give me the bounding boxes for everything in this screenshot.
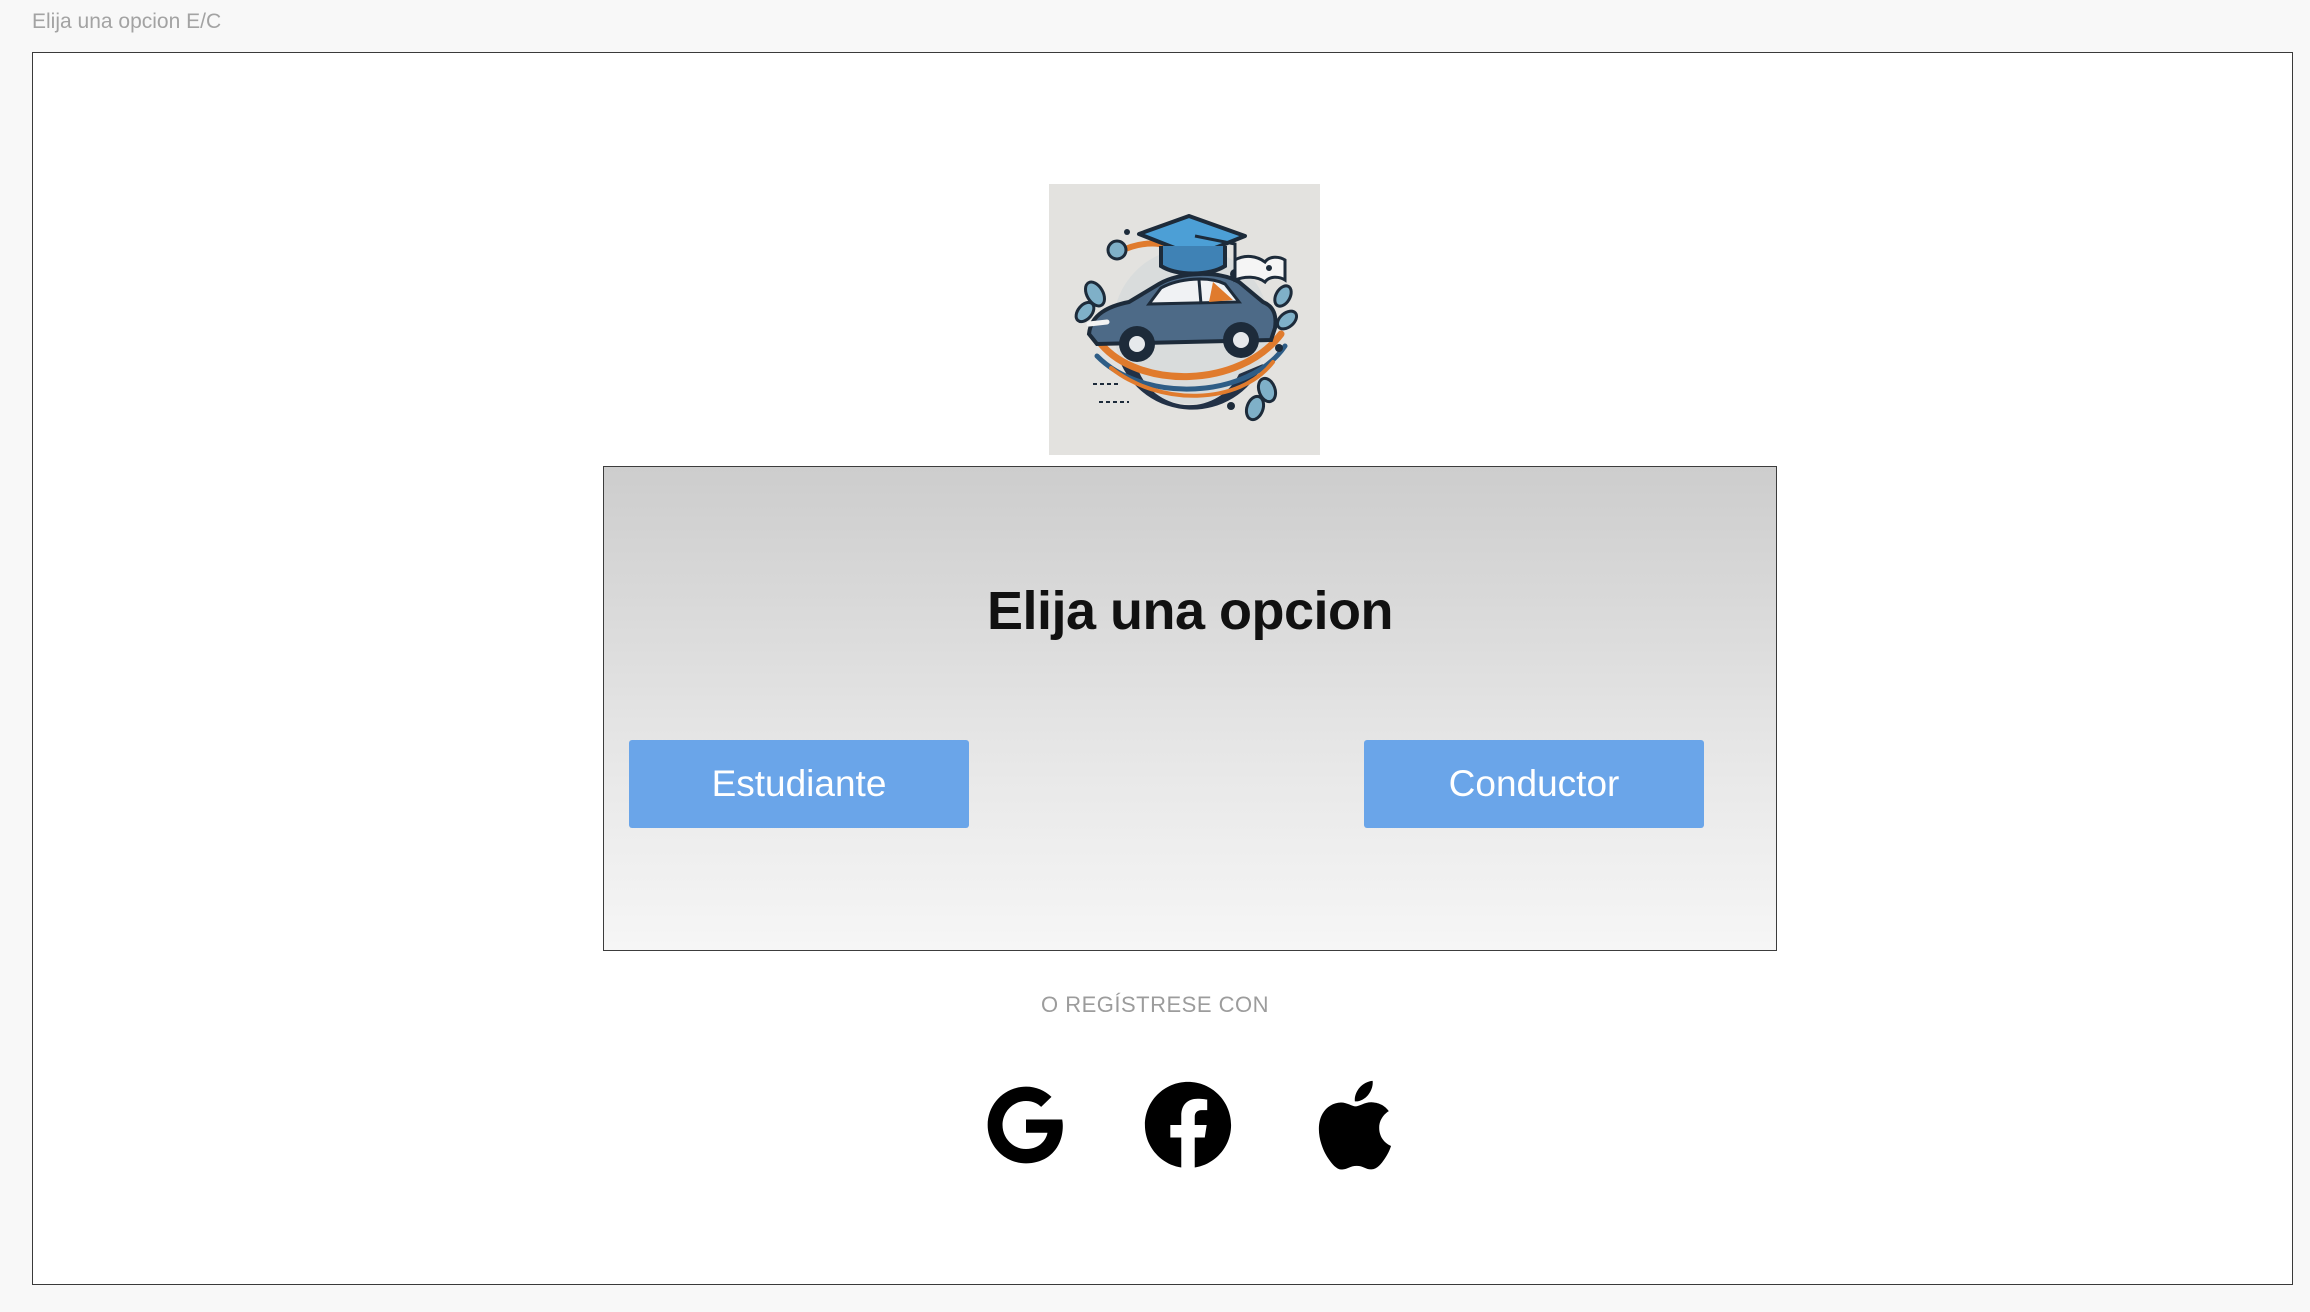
driver-button[interactable]: Conductor (1364, 740, 1704, 828)
option-card: Elija una opcion Estudiante Conductor (603, 466, 1777, 951)
register-with-label: O REGÍSTRESE CON (1040, 992, 1270, 1017)
google-icon (987, 1086, 1063, 1164)
apple-signin-button[interactable] (1300, 1075, 1400, 1175)
google-signin-button[interactable] (976, 1075, 1076, 1175)
app-logo (1049, 184, 1320, 455)
facebook-icon (1144, 1081, 1232, 1168)
card-title: Elija una opcion (986, 581, 1394, 641)
graduation-car-logo-icon (1049, 184, 1320, 455)
apple-icon (1318, 1080, 1392, 1170)
frame-title: Elija una opcion E/C (32, 10, 222, 33)
student-button[interactable]: Estudiante (629, 740, 969, 828)
facebook-signin-button[interactable] (1138, 1075, 1238, 1175)
